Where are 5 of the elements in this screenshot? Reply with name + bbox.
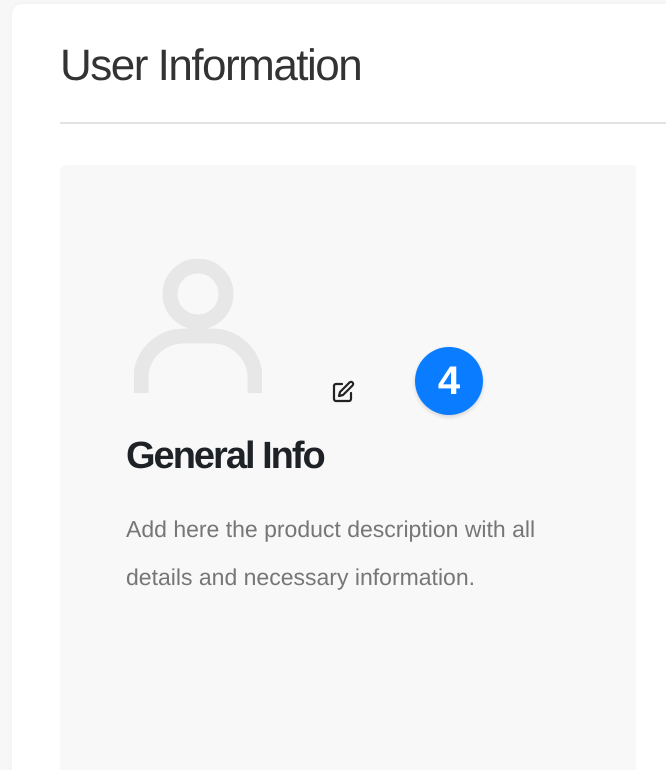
step-badge: 4 (415, 347, 483, 415)
edit-icon[interactable] (331, 380, 355, 404)
page-title: User Information (60, 40, 362, 92)
card-heading: General Info (126, 434, 326, 479)
card-description: Add here the product description with all details and necessary information. (126, 515, 536, 592)
